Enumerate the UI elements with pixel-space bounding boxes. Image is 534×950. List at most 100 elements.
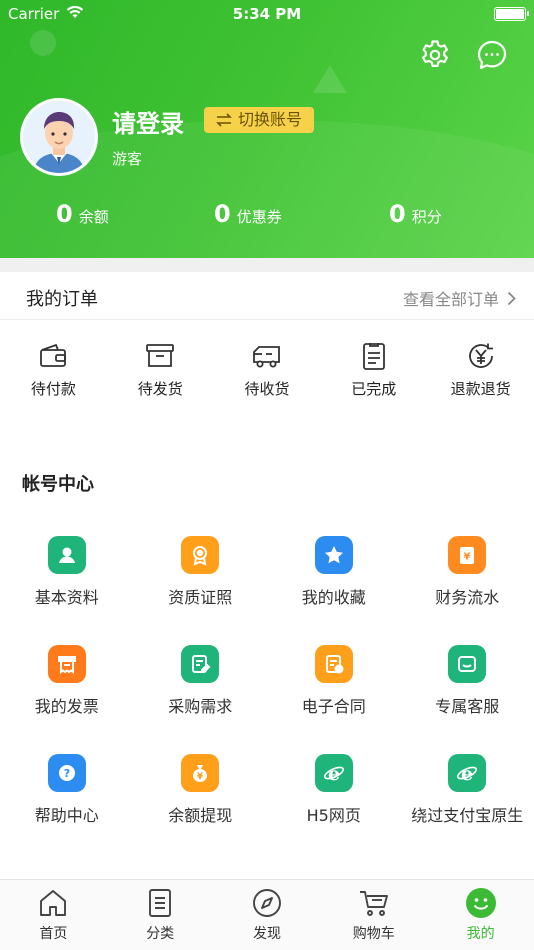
order-label: 待发货 bbox=[137, 380, 183, 398]
grid-item-bypass-alipay[interactable]: e 绕过支付宝原生 bbox=[401, 754, 534, 863]
order-completed[interactable]: 已完成 bbox=[320, 340, 427, 410]
orders-status-row: 待付款 待发货 待收货 已完成 退款退货 bbox=[0, 340, 534, 410]
svg-text:¥: ¥ bbox=[464, 552, 471, 563]
order-pending-receipt[interactable]: 待收货 bbox=[214, 340, 321, 410]
cart-icon bbox=[359, 891, 388, 916]
invoice-icon bbox=[47, 645, 86, 683]
order-pending-payment[interactable]: 待付款 bbox=[0, 340, 107, 410]
tab-bar: 首页 分类 发现 购物车 我的 bbox=[0, 879, 534, 950]
account-center-title: 帐号中心 bbox=[22, 474, 94, 495]
order-label: 待付款 bbox=[30, 380, 76, 398]
tab-cart[interactable]: 购物车 bbox=[320, 880, 427, 950]
grid-item-certificates[interactable]: 资质证照 bbox=[134, 536, 268, 645]
box-icon bbox=[146, 344, 175, 367]
refund-icon bbox=[468, 343, 493, 368]
document-icon bbox=[362, 343, 385, 370]
stat-label: 余额 bbox=[78, 208, 109, 226]
grid-item-customer-service[interactable]: 专属客服 bbox=[401, 645, 534, 754]
grid-item-contract[interactable]: 电子合同 bbox=[267, 645, 401, 754]
browser-icon: e bbox=[448, 754, 487, 792]
grid-item-help-center[interactable]: ? 帮助中心 bbox=[0, 754, 134, 863]
switch-account-label: 切换账号 bbox=[238, 110, 303, 129]
tab-label: 首页 bbox=[39, 926, 68, 942]
grid-item-label: 电子合同 bbox=[301, 697, 366, 716]
account-center-grid: 基本资料 资质证照 我的收藏 ¥ 财务流水 我的发票 采购需求 电子合同 专属客… bbox=[0, 536, 534, 863]
profile-header: Carrier 5:34 PM 请登录 切换账号 游客 0 余额 0 优惠券 0… bbox=[0, 0, 534, 258]
settings-button[interactable] bbox=[418, 38, 452, 72]
truck-icon bbox=[253, 346, 280, 368]
clock: 5:34 PM bbox=[232, 5, 302, 23]
order-label: 退款退货 bbox=[450, 380, 511, 398]
browser-icon: e bbox=[314, 754, 353, 792]
grid-item-purchase[interactable]: 采购需求 bbox=[134, 645, 268, 754]
message-icon bbox=[477, 40, 507, 70]
section-divider bbox=[0, 258, 534, 272]
order-pending-shipment[interactable]: 待发货 bbox=[107, 340, 214, 410]
home-icon bbox=[40, 890, 67, 916]
user-avatar-icon bbox=[23, 101, 95, 173]
wallet-icon bbox=[40, 343, 67, 367]
view-all-orders-link[interactable]: 查看全部订单 bbox=[403, 286, 516, 310]
stat-coupon[interactable]: 0 优惠券 bbox=[214, 200, 282, 228]
user-icon bbox=[47, 536, 86, 574]
certificate-icon bbox=[181, 536, 220, 574]
guest-label: 游客 bbox=[112, 150, 143, 168]
stat-value: 0 bbox=[56, 200, 73, 228]
grid-item-label: 基本资料 bbox=[34, 588, 99, 607]
grid-item-label: 财务流水 bbox=[435, 588, 500, 607]
tab-category[interactable]: 分类 bbox=[107, 880, 214, 950]
list-icon bbox=[149, 889, 172, 917]
stat-value: 0 bbox=[214, 200, 231, 228]
message-button[interactable] bbox=[475, 38, 509, 72]
grid-item-finance[interactable]: ¥ 财务流水 bbox=[401, 536, 534, 645]
star-icon bbox=[314, 536, 353, 574]
grid-item-label: 帮助中心 bbox=[34, 806, 99, 825]
grid-item-h5-page[interactable]: e H5网页 bbox=[267, 754, 401, 863]
grid-item-label: H5网页 bbox=[306, 806, 361, 825]
stat-value: 0 bbox=[389, 200, 406, 228]
order-label: 待收货 bbox=[244, 380, 290, 398]
tab-home[interactable]: 首页 bbox=[0, 880, 107, 950]
header-decoration bbox=[30, 30, 56, 56]
chevron-right-icon bbox=[507, 291, 516, 305]
compass-icon bbox=[253, 889, 281, 917]
gear-icon bbox=[422, 40, 448, 67]
help-icon: ? bbox=[47, 754, 86, 792]
tab-mine[interactable]: 我的 bbox=[427, 880, 534, 950]
order-label: 已完成 bbox=[351, 380, 397, 398]
swap-icon bbox=[216, 113, 232, 127]
grid-item-label: 我的收藏 bbox=[301, 588, 366, 607]
header-decoration bbox=[313, 65, 347, 93]
grid-item-invoice[interactable]: 我的发票 bbox=[0, 645, 134, 754]
svg-text:?: ? bbox=[64, 767, 70, 780]
view-all-label: 查看全部订单 bbox=[402, 290, 499, 309]
grid-item-label: 余额提现 bbox=[168, 806, 233, 825]
stat-label: 积分 bbox=[411, 208, 442, 226]
grid-item-label: 采购需求 bbox=[168, 697, 233, 716]
contract-icon bbox=[314, 645, 353, 683]
svg-text:e: e bbox=[328, 763, 340, 785]
tab-label: 发现 bbox=[252, 926, 281, 942]
grid-item-basic-info[interactable]: 基本资料 bbox=[0, 536, 134, 645]
avatar[interactable] bbox=[20, 98, 98, 176]
smile-icon bbox=[465, 888, 496, 918]
profile-screen: Carrier 5:34 PM 请登录 切换账号 游客 0 余额 0 优惠券 0… bbox=[0, 0, 534, 950]
stat-points[interactable]: 0 积分 bbox=[389, 200, 442, 228]
tab-label: 我的 bbox=[466, 926, 495, 942]
stat-label: 优惠券 bbox=[236, 208, 282, 226]
grid-item-favorites[interactable]: 我的收藏 bbox=[267, 536, 401, 645]
tab-label: 购物车 bbox=[352, 926, 395, 942]
orders-header: 我的订单 查看全部订单 bbox=[0, 272, 534, 320]
withdraw-icon: ¥ bbox=[181, 754, 220, 792]
battery-icon bbox=[494, 7, 529, 21]
chat-icon bbox=[448, 645, 487, 683]
purchase-icon bbox=[181, 645, 220, 683]
grid-item-withdraw[interactable]: ¥ 余额提现 bbox=[134, 754, 268, 863]
login-link[interactable]: 请登录 bbox=[112, 104, 184, 139]
order-refund[interactable]: 退款退货 bbox=[427, 340, 534, 410]
svg-text:¥: ¥ bbox=[197, 772, 204, 782]
tab-discover[interactable]: 发现 bbox=[214, 880, 321, 950]
stat-balance[interactable]: 0 余额 bbox=[56, 200, 109, 228]
orders-title: 我的订单 bbox=[26, 289, 98, 310]
switch-account-button[interactable]: 切换账号 bbox=[204, 107, 315, 133]
